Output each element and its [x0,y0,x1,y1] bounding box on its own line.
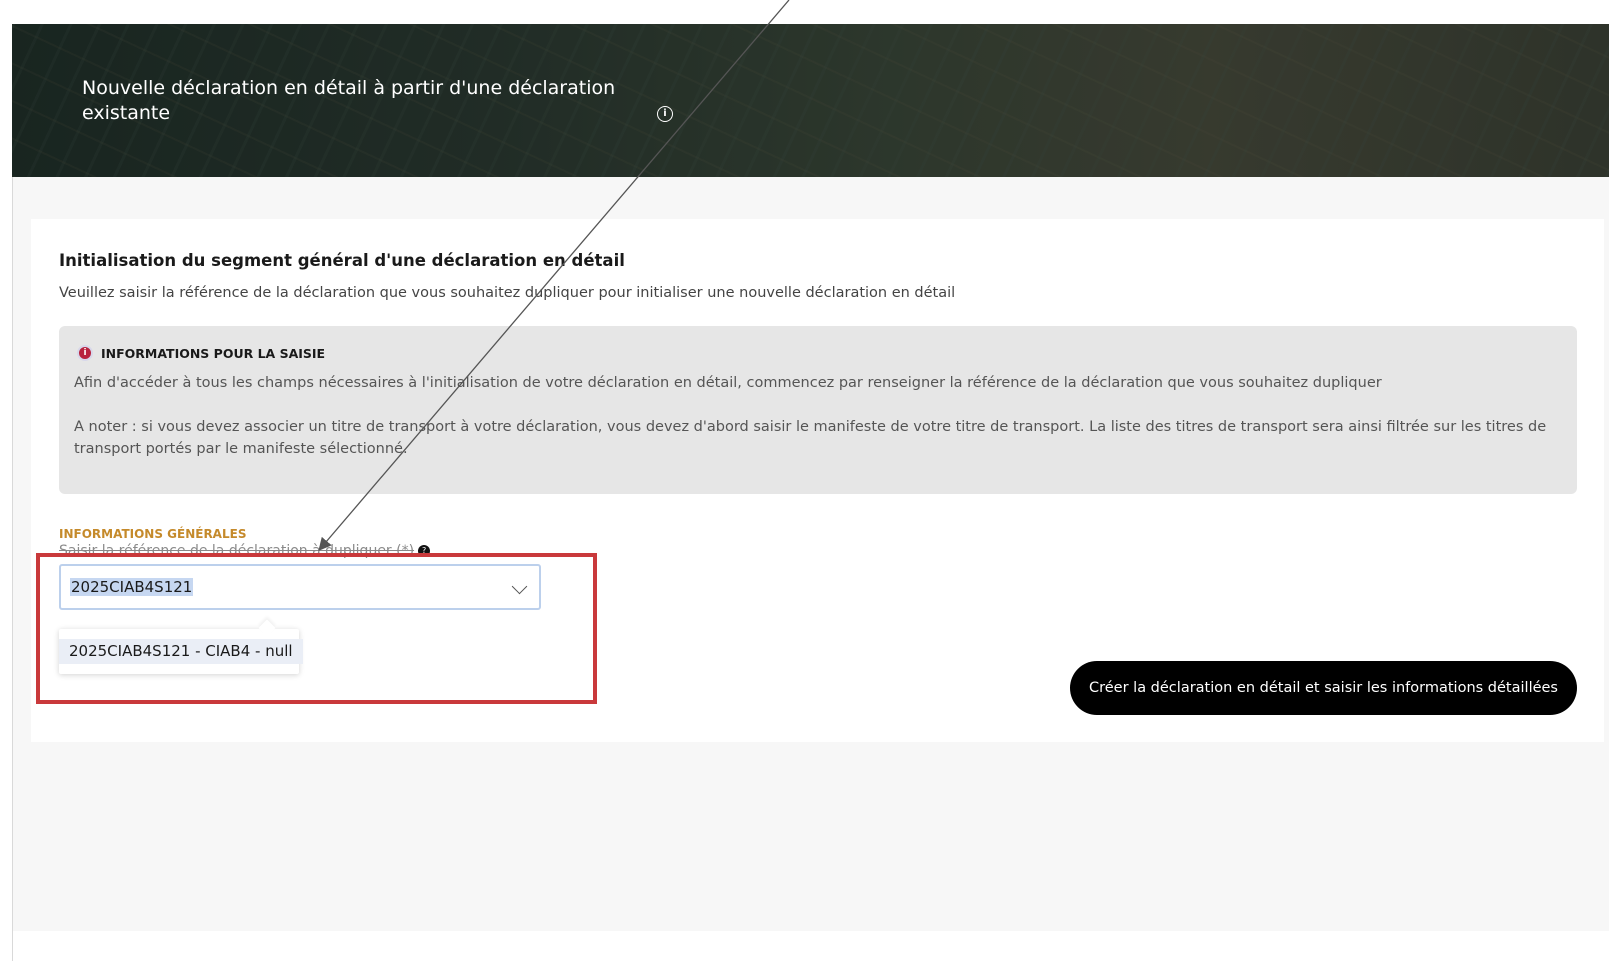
reference-select-value[interactable]: 2025CIAB4S121 [70,578,194,596]
page-title: Nouvelle déclaration en détail à partir … [82,77,616,124]
form-card: Initialisation du segment général d'une … [31,219,1604,742]
info-paragraph-2: A noter : si vous devez associer un titr… [74,419,1547,457]
reference-field-label-text: Saisir la référence de la déclaration à … [59,543,415,559]
page: Nouvelle déclaration en détail à partir … [0,0,1609,961]
info-circle-icon[interactable]: i [657,106,673,122]
header-banner: Nouvelle déclaration en détail à partir … [12,24,1609,177]
general-info-label: INFORMATIONS GÉNÉRALES [59,527,247,541]
info-icon: i [77,345,93,361]
dropdown-option[interactable]: 2025CIAB4S121 - CIAB4 - null [59,639,303,664]
chevron-down-icon[interactable] [511,578,528,595]
section-subtitle: Veuillez saisir la référence de la décla… [59,285,956,301]
info-box: i INFORMATIONS POUR LA SAISIE Afin d'acc… [59,326,1577,494]
create-declaration-button[interactable]: Créer la déclaration en détail et saisir… [1070,661,1577,715]
reference-select[interactable]: 2025CIAB4S121 [59,564,541,610]
section-title: Initialisation du segment général d'une … [59,251,625,270]
help-icon[interactable]: ? [418,545,431,557]
reference-field-label: Saisir la référence de la déclaration à … [59,543,431,559]
info-box-header: i INFORMATIONS POUR LA SAISIE [77,345,325,361]
reference-dropdown: 2025CIAB4S121 - CIAB4 - null [59,629,303,674]
info-paragraph-1: Afin d'accéder à tous les champs nécessa… [74,375,1382,391]
info-box-heading: INFORMATIONS POUR LA SAISIE [101,345,326,361]
